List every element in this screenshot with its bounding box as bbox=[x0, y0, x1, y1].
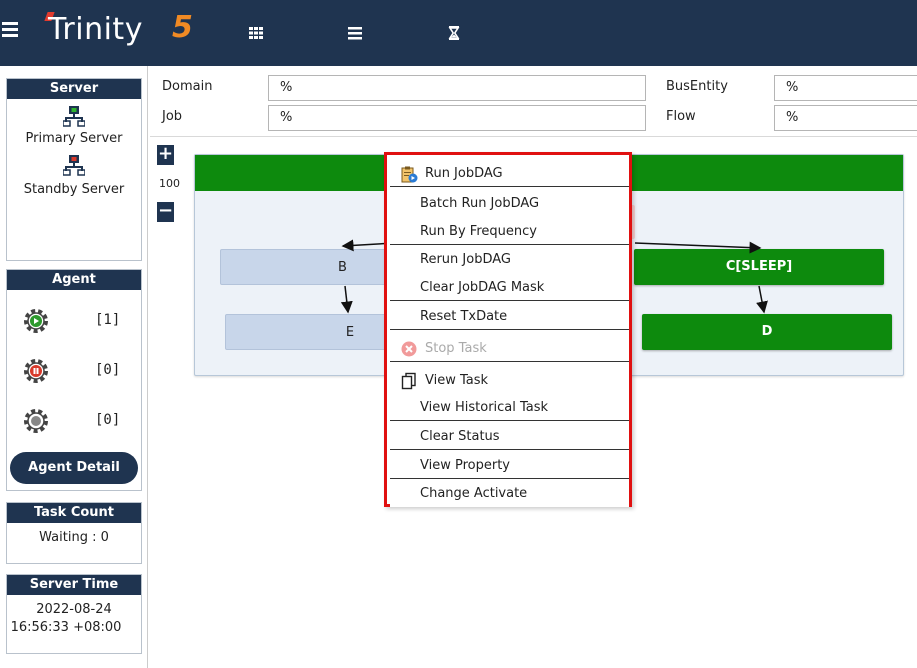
menu-label: Stop Task bbox=[425, 341, 487, 356]
menu-change-activate[interactable]: Change Activate bbox=[390, 480, 629, 507]
domain-label: Domain bbox=[162, 79, 213, 94]
left-panel: Server Primary Server Standby Server Age… bbox=[0, 66, 148, 668]
edge-c-d bbox=[756, 285, 768, 314]
menu-label: Change Activate bbox=[420, 486, 528, 501]
menu-label: View Historical Task bbox=[420, 400, 549, 415]
flow-input[interactable]: % bbox=[774, 105, 917, 131]
agent-detail-button[interactable]: Agent Detail bbox=[10, 452, 138, 484]
app-logo-number: 5 bbox=[172, 10, 193, 45]
edge-b-e bbox=[340, 285, 353, 314]
task-waiting-text: Waiting : 0 bbox=[39, 530, 109, 545]
primary-server-label[interactable]: Primary Server bbox=[7, 131, 141, 146]
server-date: 2022-08-24 bbox=[36, 602, 112, 617]
menu-label: View Property bbox=[420, 458, 510, 473]
zoom-in-button[interactable]: + bbox=[157, 145, 174, 165]
hourglass-icon[interactable] bbox=[446, 25, 462, 41]
menu-view-task[interactable]: View Task bbox=[390, 367, 629, 394]
gear-idle-icon bbox=[24, 409, 48, 433]
stop-circle-icon bbox=[401, 341, 417, 357]
server-box: Server Primary Server Standby Server bbox=[6, 78, 142, 261]
gear-running-icon bbox=[24, 309, 48, 333]
context-menu: Run JobDAG Batch Run JobDAG Run By Frequ… bbox=[384, 152, 632, 507]
server-time-box: Server Time 2022-08-24 16:56:33 +08:00 bbox=[6, 574, 142, 654]
agent-box: Agent [1] [0] [0] Agent Detail bbox=[6, 269, 142, 491]
zoom-level: 100 bbox=[159, 177, 180, 190]
agent-row-stopped[interactable]: [0] bbox=[21, 356, 131, 386]
menu-label: Run By Frequency bbox=[420, 224, 537, 239]
list-icon[interactable] bbox=[347, 25, 363, 41]
menu-clear-jobdag-mask[interactable]: Clear JobDAG Mask bbox=[390, 274, 629, 301]
copy-icon bbox=[401, 372, 416, 390]
menu-run-by-frequency[interactable]: Run By Frequency bbox=[390, 218, 629, 245]
agent-title: Agent bbox=[7, 270, 141, 290]
clipboard-run-icon bbox=[401, 166, 418, 183]
job-input[interactable]: % bbox=[268, 105, 646, 131]
edge-root-c bbox=[634, 241, 762, 254]
busentity-input[interactable]: % bbox=[774, 75, 917, 101]
menu-view-historical-task[interactable]: View Historical Task bbox=[390, 394, 629, 421]
zoom-out-button[interactable]: − bbox=[157, 202, 174, 222]
menu-label: Clear Status bbox=[420, 429, 500, 444]
standby-server-icon bbox=[63, 155, 85, 176]
grid-icon[interactable] bbox=[248, 25, 264, 41]
agent-stopped-count: [0] bbox=[95, 362, 121, 378]
domain-input[interactable]: % bbox=[268, 75, 646, 101]
menu-label: Run JobDAG bbox=[425, 166, 503, 181]
task-count-title: Task Count bbox=[7, 503, 141, 523]
menu-batch-run-jobdag[interactable]: Batch Run JobDAG bbox=[390, 190, 629, 217]
app-logo: Trinity bbox=[48, 12, 143, 47]
server-time: 16:56:33 +08:00 bbox=[10, 620, 122, 635]
agent-running-count: [1] bbox=[95, 312, 121, 328]
agent-row-running[interactable]: [1] bbox=[21, 306, 131, 336]
busentity-label: BusEntity bbox=[666, 79, 728, 94]
menu-stop-task[interactable]: Stop Task bbox=[390, 335, 629, 362]
menu-clear-status[interactable]: Clear Status bbox=[390, 423, 629, 450]
standby-server-label[interactable]: Standby Server bbox=[7, 182, 141, 197]
menu-view-property[interactable]: View Property bbox=[390, 452, 629, 479]
server-title: Server bbox=[7, 79, 141, 99]
job-label: Job bbox=[162, 109, 183, 124]
menu-label: Rerun JobDAG bbox=[420, 252, 511, 267]
top-bar: Trinity 5 bbox=[0, 0, 917, 66]
hamburger-icon[interactable] bbox=[2, 22, 18, 40]
menu-reset-txdate[interactable]: Reset TxDate bbox=[390, 303, 629, 330]
menu-run-jobdag[interactable]: Run JobDAG bbox=[390, 160, 629, 187]
menu-label: View Task bbox=[425, 373, 489, 388]
agent-idle-count: [0] bbox=[95, 412, 121, 428]
agent-row-idle[interactable]: [0] bbox=[21, 406, 131, 436]
gear-stopped-icon bbox=[24, 359, 48, 383]
menu-label: Batch Run JobDAG bbox=[420, 196, 540, 211]
primary-server-icon bbox=[63, 106, 85, 127]
menu-rerun-jobdag[interactable]: Rerun JobDAG bbox=[390, 246, 629, 273]
menu-label: Clear JobDAG Mask bbox=[420, 280, 545, 295]
flow-label: Flow bbox=[666, 109, 696, 124]
server-time-title: Server Time bbox=[7, 575, 141, 595]
menu-label: Reset TxDate bbox=[420, 309, 508, 324]
task-count-box: Task Count Waiting : 0 bbox=[6, 502, 142, 564]
